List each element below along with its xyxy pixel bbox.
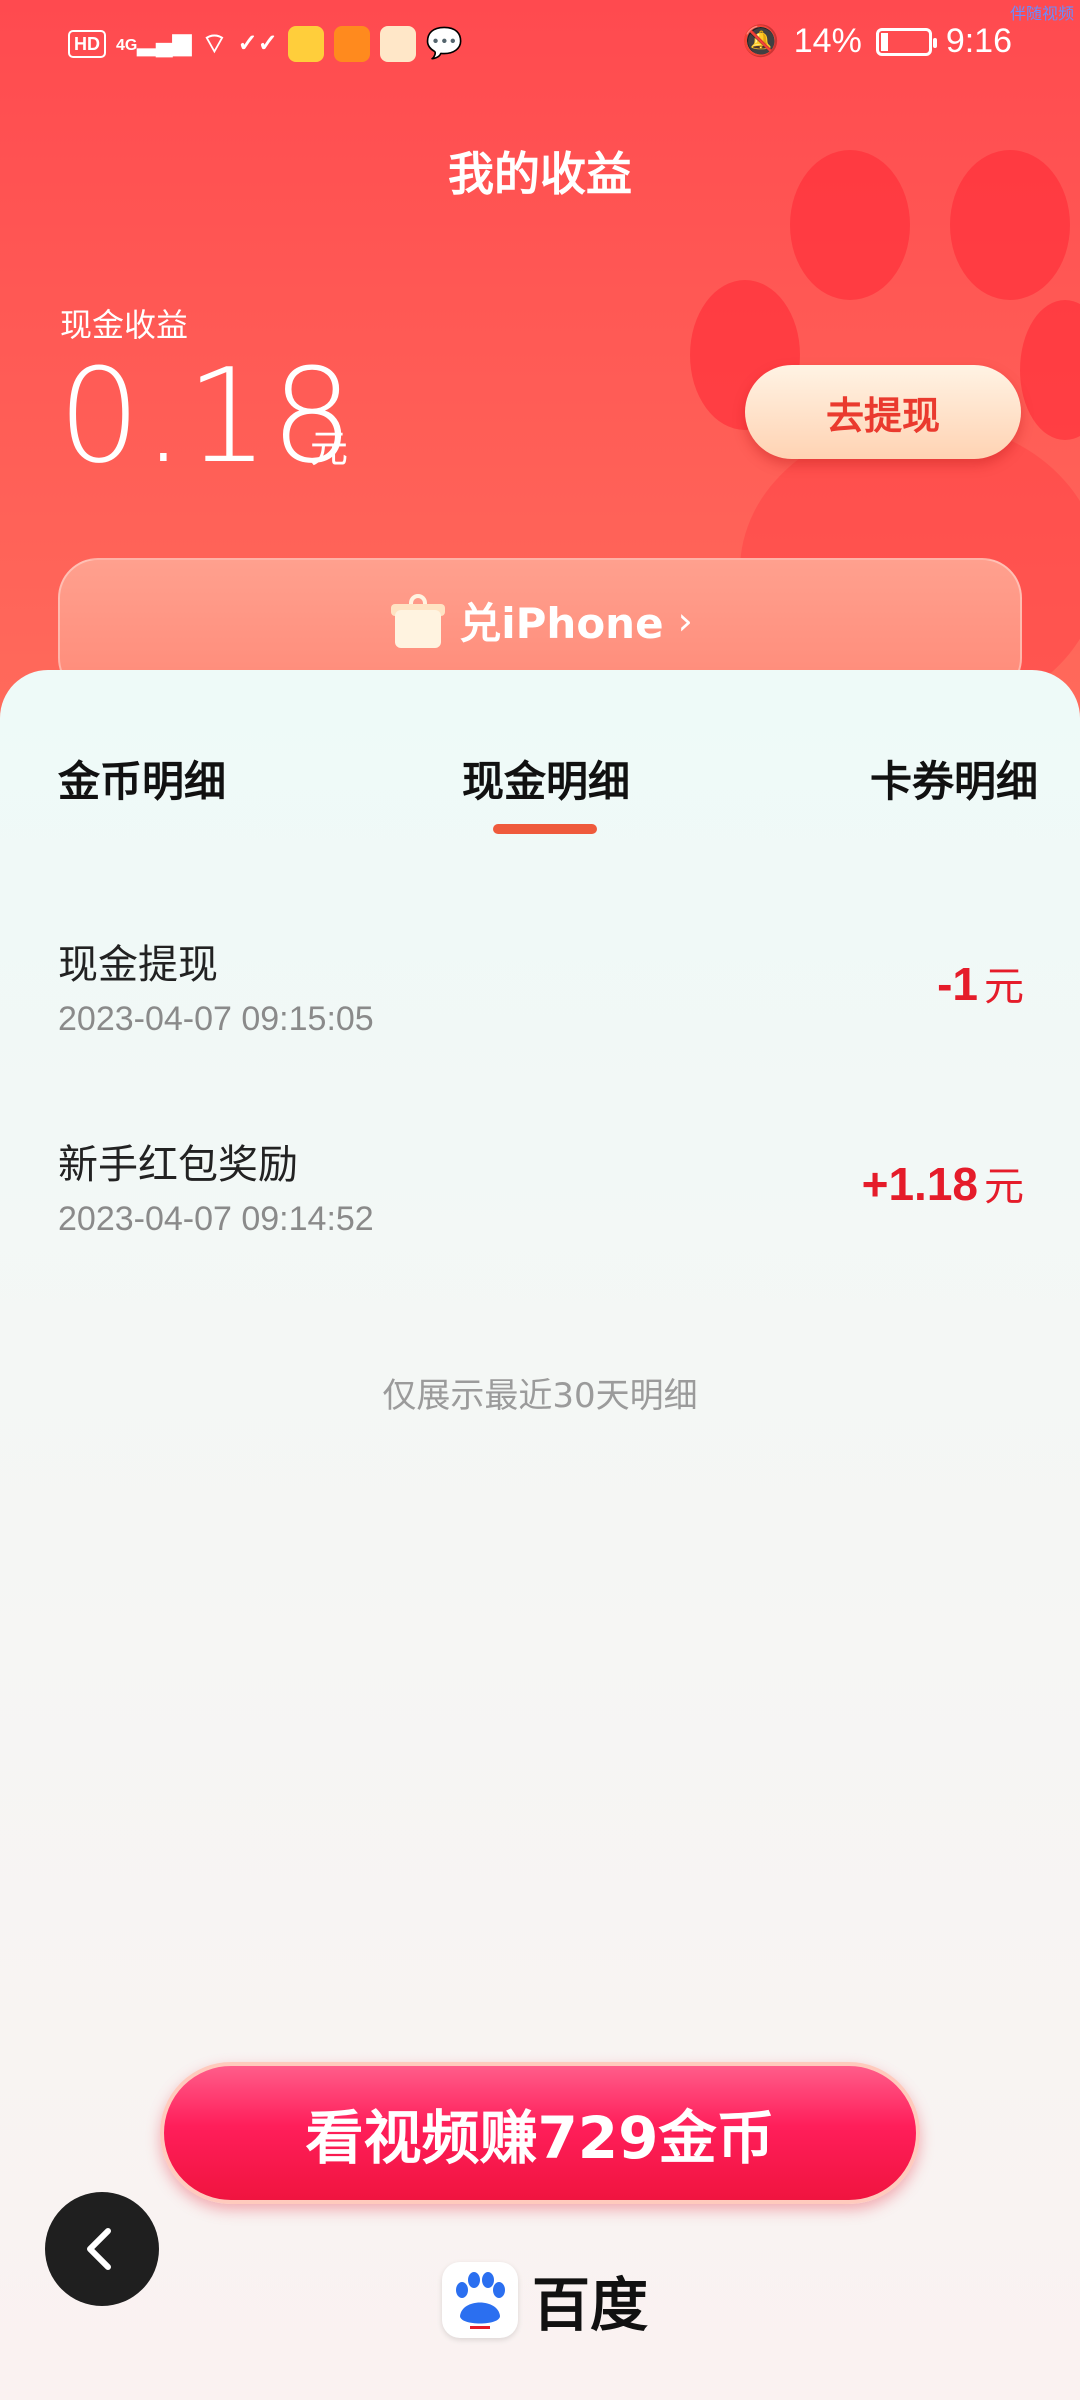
transaction-amount-unit: 元 <box>984 1164 1024 1210</box>
hotspot-icon: ✓✓ <box>237 30 278 57</box>
transaction-row: 现金提现 2023-04-07 09:15:05 -1 元 <box>0 932 1080 1112</box>
brand-footer: 百度 <box>442 2258 648 2342</box>
transaction-amount-value: +1.18 <box>861 1158 978 1210</box>
weibo-app-icon <box>287 26 324 62</box>
active-tab-indicator <box>493 824 597 834</box>
history-range-note: 仅展示最近30天明细 <box>382 1376 698 1416</box>
battery-percent: 14% <box>793 22 862 60</box>
mute-icon: 🔕 <box>742 25 780 58</box>
chevron-left-icon <box>87 2228 111 2270</box>
signal-icon: 4G▂▄▆ <box>116 28 192 56</box>
message-icon: 💬 <box>425 27 464 60</box>
gift-icon <box>391 593 446 648</box>
clock: 9:16 <box>945 22 1012 60</box>
transaction-amount: -1 元 <box>937 954 1024 1012</box>
tab-voucher-details[interactable]: 卡券明细 <box>870 748 1038 809</box>
page: HD 4G▂▄▆ ⌔ ✓✓ 💬 🔕 14% 9:16 伴随视频 我的收益 现金收… <box>0 0 1080 2400</box>
watch-video-earn-button[interactable]: 看视频赚729金币 <box>160 2062 920 2204</box>
network-type-label: 4G <box>116 36 138 54</box>
transaction-amount-unit: 元 <box>984 964 1024 1010</box>
transaction-row: 新手红包奖励 2023-04-07 09:14:52 +1.18 元 <box>0 1132 1080 1312</box>
paw-print-decoration <box>1020 300 1080 440</box>
transaction-title: 新手红包奖励 <box>58 1142 298 1188</box>
taobao-app-icon <box>333 26 370 62</box>
tab-coin-details[interactable]: 金币明细 <box>58 748 226 809</box>
corner-tag: 伴随视频 <box>1009 6 1074 23</box>
redeem-iphone-label: 兑iPhone <box>459 599 664 648</box>
transaction-title: 现金提现 <box>58 942 218 988</box>
transaction-time: 2023-04-07 09:14:52 <box>58 1200 374 1238</box>
baidu-logo-icon <box>442 2262 518 2338</box>
hd-icon: HD <box>68 30 106 58</box>
withdraw-button[interactable]: 去提现 <box>745 365 1021 459</box>
status-bar-left: HD 4G▂▄▆ ⌔ ✓✓ 💬 <box>68 26 463 62</box>
game-app-icon <box>379 26 416 62</box>
chevron-right-icon: › <box>677 598 693 643</box>
battery-icon <box>875 27 937 56</box>
wifi-icon: ⌔ <box>201 28 228 59</box>
back-button[interactable] <box>45 2192 159 2306</box>
redeem-iphone-content: 兑iPhone › <box>60 590 1024 651</box>
tab-cash-details[interactable]: 现金明细 <box>462 748 630 809</box>
status-bar: HD 4G▂▄▆ ⌔ ✓✓ 💬 🔕 14% 9:16 <box>0 0 1080 90</box>
brand-name: 百度 <box>532 2271 649 2339</box>
transaction-amount-value: -1 <box>937 958 978 1010</box>
cash-earnings-unit: 元 <box>310 427 349 471</box>
page-title: 我的收益 <box>448 147 632 201</box>
transaction-time: 2023-04-07 09:15:05 <box>58 1000 374 1038</box>
status-bar-right: 🔕 14% 9:16 <box>742 22 1012 61</box>
transaction-amount: +1.18 元 <box>862 1154 1024 1212</box>
